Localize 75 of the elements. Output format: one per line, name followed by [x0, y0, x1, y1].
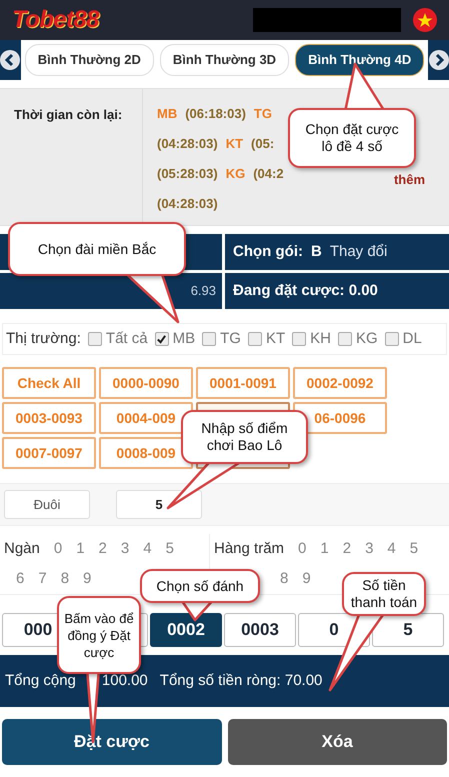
market-option: Tất cả: [106, 327, 148, 351]
digit-option[interactable]: 4: [143, 538, 152, 560]
range-button[interactable]: 0007-0097: [2, 437, 96, 469]
countdown-time: (04:28:03): [157, 195, 218, 214]
digit-option[interactable]: 0: [54, 538, 62, 560]
market-option: KT: [266, 327, 286, 351]
digit-option[interactable]: 5: [410, 538, 418, 560]
checkbox[interactable]: [292, 332, 306, 346]
change-link[interactable]: Thay đổi: [330, 240, 388, 264]
digit-option[interactable]: 3: [120, 538, 130, 560]
callout-tooltip: Số tiền thanh toán: [342, 572, 426, 616]
package-label: Chọn gói:: [233, 242, 303, 262]
range-button[interactable]: Check All: [2, 367, 96, 399]
checkbox[interactable]: [88, 332, 102, 346]
clear-button[interactable]: Xóa: [228, 719, 447, 765]
number-option[interactable]: 5: [372, 613, 444, 647]
range-button[interactable]: 0002-0092: [293, 367, 387, 399]
market-option: KG: [356, 327, 378, 351]
digit-group-label: Ngàn: [4, 538, 40, 559]
time-left-label: Thời gian còn lại:: [14, 107, 122, 122]
digit-option[interactable]: 1: [76, 538, 85, 560]
market-option: DL: [402, 327, 422, 351]
digit-option[interactable]: 8: [280, 568, 288, 590]
range-button[interactable]: 0004-009: [99, 402, 193, 434]
net-total: Tổng số tiền ròng: 70.00: [160, 670, 322, 691]
points-input[interactable]: 5: [116, 490, 202, 519]
digit-option[interactable]: 5: [166, 538, 174, 560]
range-button[interactable]: 0000-0090: [99, 367, 193, 399]
range-button[interactable]: 0003-0093: [2, 402, 96, 434]
checkbox[interactable]: [154, 332, 169, 346]
flag-icon: [413, 8, 437, 32]
countdown-time: (05:28:03): [157, 165, 218, 184]
market-option: TG: [220, 327, 241, 351]
market-code: KG: [226, 165, 246, 184]
tab[interactable]: Bình Thường 3D: [160, 44, 290, 76]
range-button[interactable]: 0001-0091: [196, 367, 290, 399]
market-code: KT: [226, 135, 244, 154]
digit-option[interactable]: 8: [60, 568, 70, 590]
checkbox[interactable]: [248, 332, 262, 346]
logo: Tobet88: [12, 5, 99, 35]
checkbox[interactable]: [384, 332, 399, 346]
betting-amount: Đang đặt cược: 0.00: [233, 280, 378, 301]
digit-group-label: Hàng trăm: [214, 538, 284, 559]
balance-value: 6.93: [190, 282, 216, 300]
callout-tooltip: Nhập số điểm chơi Bao Lô: [181, 410, 308, 464]
countdown-time: (05:: [251, 135, 274, 154]
countdown-time: (04:2: [253, 165, 284, 184]
digit-option[interactable]: 6: [16, 568, 24, 590]
market-option: MB: [172, 327, 196, 351]
market-code: MB: [157, 105, 178, 124]
checkbox[interactable]: [338, 332, 352, 346]
digit-option[interactable]: 9: [83, 568, 92, 590]
digit-option[interactable]: 2: [342, 538, 352, 560]
digit-option[interactable]: 3: [365, 538, 374, 560]
tail-button[interactable]: Đuôi: [4, 490, 90, 519]
digit-option[interactable]: 9: [302, 568, 311, 590]
more-link[interactable]: thêm: [394, 170, 425, 190]
tab[interactable]: Bình Thường 4D: [295, 44, 424, 76]
callout-tooltip: Bấm vào để đồng ý Đặt cược: [57, 596, 141, 674]
countdown-time: (04:28:03): [157, 135, 218, 154]
digit-option[interactable]: 7: [38, 568, 47, 590]
tab[interactable]: Bình Thường 2D: [24, 44, 154, 76]
checkbox[interactable]: [202, 332, 216, 346]
digit-option[interactable]: 4: [387, 538, 396, 560]
market-label: Thị trường:: [6, 329, 81, 349]
number-option[interactable]: 0003: [224, 613, 296, 647]
range-button[interactable]: 0008-009: [99, 437, 193, 469]
countdown-time: (06:18:03): [185, 105, 246, 124]
package-value: B: [310, 242, 322, 262]
market-code: TG: [254, 105, 272, 124]
digit-option[interactable]: 2: [98, 538, 107, 560]
digit-option[interactable]: 0: [298, 538, 306, 560]
number-option[interactable]: 0002: [150, 613, 222, 647]
digit-option[interactable]: 1: [320, 538, 329, 560]
market-option: KH: [310, 327, 331, 351]
